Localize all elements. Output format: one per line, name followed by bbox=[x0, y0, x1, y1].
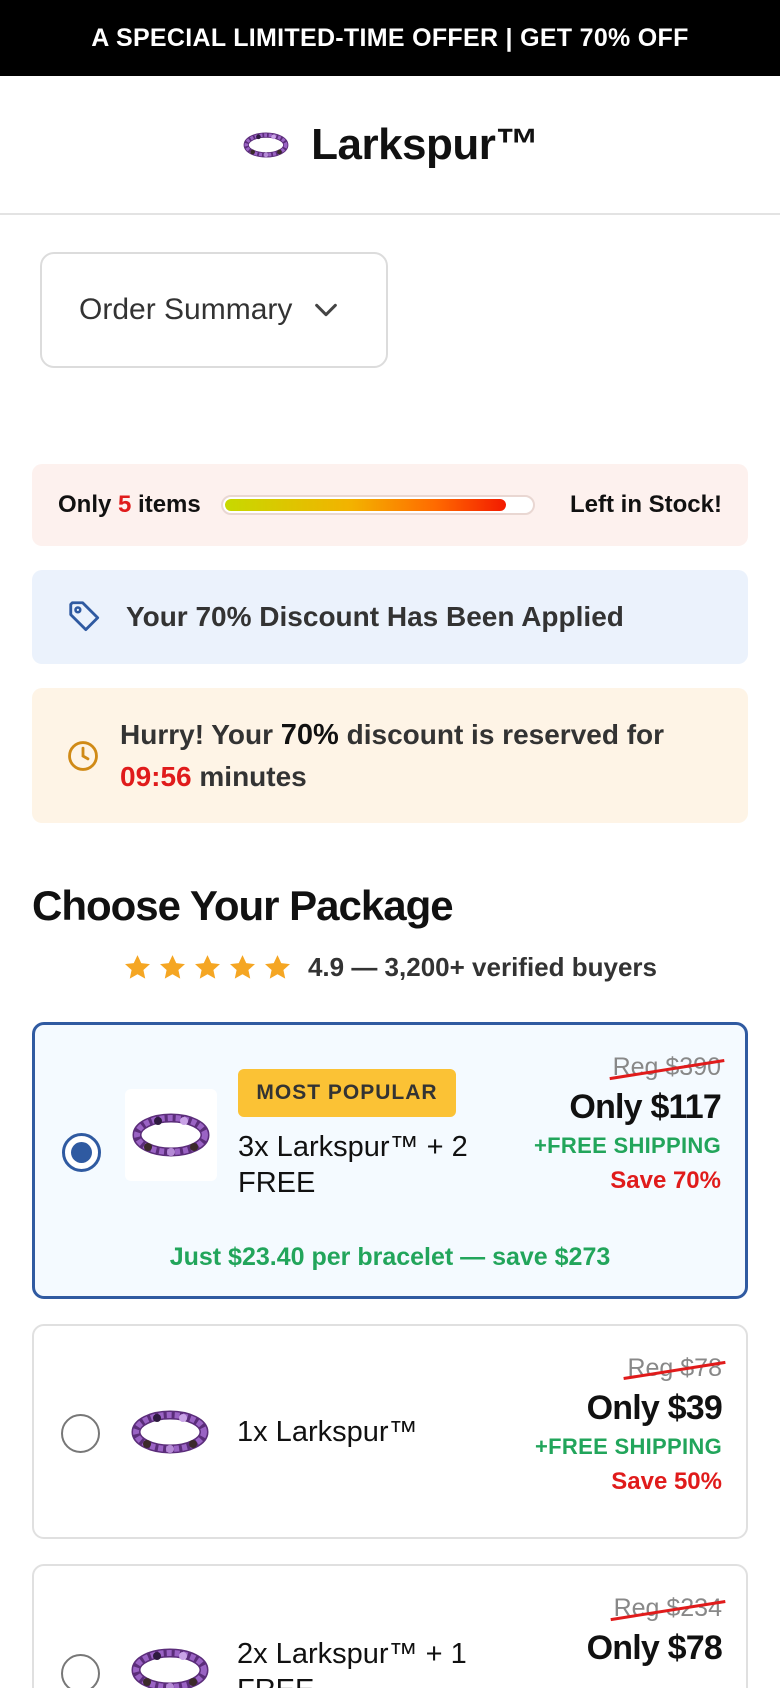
stock-progress-fill bbox=[224, 499, 506, 511]
chevron-down-icon bbox=[315, 303, 338, 317]
timer-text-part2: discount is reserved for bbox=[346, 718, 665, 750]
package-name: 3x Larkspur™ + 2 FREE bbox=[238, 1131, 468, 1199]
star-icon bbox=[263, 953, 292, 982]
promo-banner-text: A SPECIAL LIMITED-TIME OFFER | GET 70% O… bbox=[91, 23, 689, 52]
package-radio-selected[interactable] bbox=[62, 1133, 101, 1172]
star-icon bbox=[123, 953, 152, 982]
stock-indicator: Only 5 items Left in Stock! bbox=[32, 464, 748, 546]
stock-prefix: Only bbox=[58, 491, 112, 518]
star-icon bbox=[228, 953, 257, 982]
package-radio[interactable] bbox=[61, 1654, 100, 1688]
sale-price: Only $78 bbox=[586, 1629, 723, 1667]
per-unit-note: Just $23.40 per bracelet — save $273 bbox=[169, 1243, 611, 1271]
countdown-time: 09:56 bbox=[120, 760, 192, 792]
star-rating bbox=[123, 953, 292, 982]
sale-price: Only $117 bbox=[569, 1088, 721, 1126]
rating-text: 4.9 — 3,200+ verified buyers bbox=[307, 952, 658, 982]
timer-percent: 70% bbox=[280, 718, 339, 751]
timer-text: Hurry! Your 70% discount is reserved for… bbox=[120, 714, 664, 798]
package-option-1x[interactable]: 1x Larkspur™ Reg $78 Only $39 +FREE SHIP… bbox=[32, 1324, 748, 1539]
regular-price: Reg $390 bbox=[612, 1053, 721, 1081]
order-summary-label: Order Summary bbox=[79, 293, 293, 326]
savings-label: Save 50% bbox=[611, 1468, 722, 1495]
product-image bbox=[125, 1089, 217, 1181]
regular-price: Reg $78 bbox=[627, 1354, 722, 1382]
rating-row: 4.9 — 3,200+ verified buyers bbox=[0, 952, 780, 983]
brand-name[interactable]: Larkspur™ bbox=[311, 120, 539, 170]
package-radio[interactable] bbox=[61, 1414, 100, 1453]
bracelet-image bbox=[128, 1107, 214, 1163]
discount-applied-banner: Your 70% Discount Has Been Applied bbox=[32, 570, 748, 664]
tag-icon bbox=[69, 601, 100, 632]
free-shipping-label: +FREE SHIPPING bbox=[534, 1133, 721, 1158]
bracelet-image bbox=[127, 1642, 213, 1688]
star-icon bbox=[193, 953, 222, 982]
price-block: Reg $234 Only $78 bbox=[586, 1594, 723, 1668]
section-title: Choose Your Package bbox=[32, 882, 454, 929]
stock-count: 5 bbox=[118, 491, 132, 518]
bracelet-logo-icon bbox=[241, 127, 291, 163]
discount-text: Your 70% Discount Has Been Applied bbox=[126, 601, 624, 632]
stock-left-label: Left in Stock! bbox=[569, 491, 722, 518]
reservation-timer-banner: Hurry! Your 70% discount is reserved for… bbox=[32, 688, 748, 823]
bracelet-image bbox=[127, 1404, 213, 1460]
package-option-2x[interactable]: 2x Larkspur™ + 1 FREE Reg $234 Only $78 bbox=[32, 1564, 748, 1688]
price-block: Reg $78 Only $39 +FREE SHIPPING Save 50% bbox=[535, 1354, 723, 1496]
star-icon bbox=[158, 953, 187, 982]
timer-text-part3: minutes bbox=[199, 760, 307, 792]
package-name: 1x Larkspur™ bbox=[237, 1416, 418, 1448]
product-image bbox=[124, 1386, 216, 1478]
savings-label: Save 70% bbox=[610, 1167, 721, 1194]
order-summary-toggle[interactable]: Order Summary bbox=[40, 252, 388, 368]
sale-price: Only $39 bbox=[586, 1389, 723, 1427]
stock-suffix: items bbox=[138, 491, 201, 518]
most-popular-badge: MOST POPULAR bbox=[238, 1069, 456, 1117]
free-shipping-label: +FREE SHIPPING bbox=[535, 1434, 722, 1459]
timer-text-part1: Hurry! Your bbox=[120, 718, 273, 750]
package-option-3x[interactable]: MOST POPULAR 3x Larkspur™ + 2 FREE Reg $… bbox=[32, 1022, 748, 1299]
promo-banner: A SPECIAL LIMITED-TIME OFFER | GET 70% O… bbox=[0, 0, 780, 76]
stock-progress-bar bbox=[220, 495, 535, 515]
package-name: 2x Larkspur™ + 1 FREE bbox=[237, 1638, 467, 1688]
site-header: Larkspur™ bbox=[0, 76, 780, 215]
price-block: Reg $390 Only $117 +FREE SHIPPING Save 7… bbox=[534, 1053, 722, 1195]
product-image bbox=[124, 1624, 216, 1688]
regular-price: Reg $234 bbox=[613, 1594, 722, 1622]
clock-icon bbox=[68, 740, 98, 771]
